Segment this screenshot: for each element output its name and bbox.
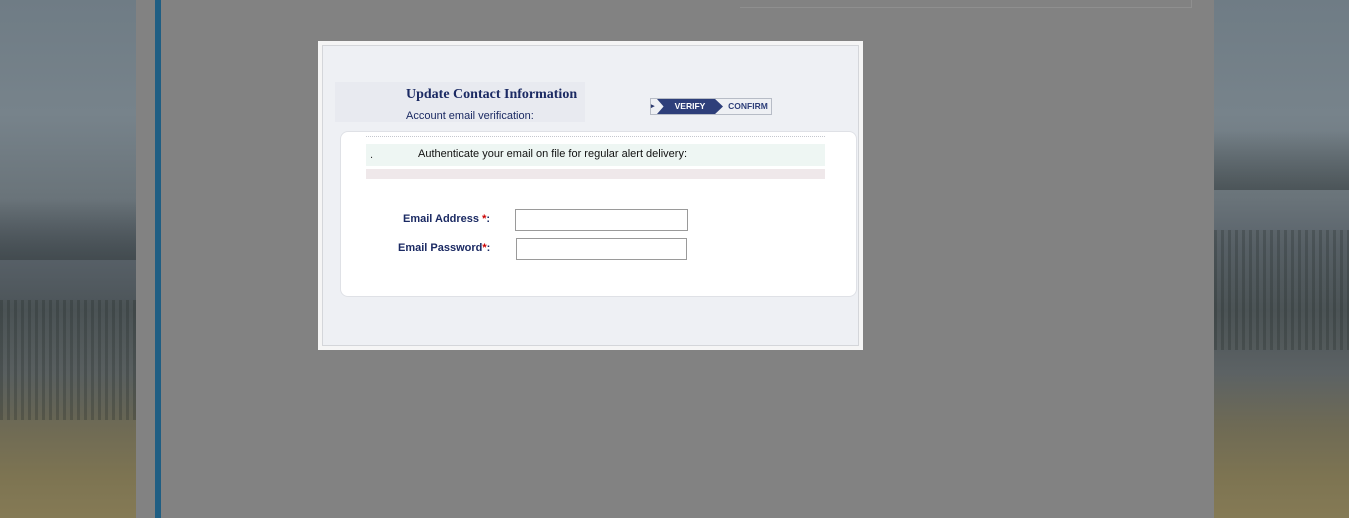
background-landscape-left [0, 0, 136, 518]
email-password-input[interactable] [516, 238, 687, 260]
page-accent-bar [155, 0, 161, 518]
divider [366, 136, 825, 137]
dialog-title: Update Contact Information [406, 87, 578, 102]
step-indicator: ▸ VERIFY CONFIRM [650, 98, 772, 115]
email-password-label-text: Email Password [398, 242, 483, 254]
message-separator-bar [366, 169, 825, 179]
email-address-label-text: Email Address [403, 213, 483, 225]
step-confirm: CONFIRM [728, 101, 768, 111]
label-colon: : [486, 242, 491, 254]
update-contact-dialog: Update Contact Information Account email… [318, 41, 863, 350]
email-address-input[interactable] [515, 209, 688, 231]
info-message-text: Authenticate your email on file for regu… [418, 148, 688, 160]
label-colon: : [486, 213, 491, 225]
email-address-label: Email Address *: [403, 213, 490, 225]
info-bullet: . [370, 149, 374, 161]
forest-texture [1214, 230, 1349, 350]
forest-texture [0, 300, 136, 420]
page-top-frame [740, 0, 1192, 8]
background-landscape-right [1214, 0, 1349, 518]
step-verify: VERIFY [657, 99, 723, 114]
dialog-subtitle: Account email verification: [406, 110, 534, 122]
mountain-ridge [1214, 130, 1349, 190]
form-card: . Authenticate your email on file for re… [340, 131, 857, 297]
email-password-label: Email Password*: [398, 242, 490, 254]
previous-step-arrow-icon: ▸ [651, 103, 655, 110]
mountain-ridge [0, 200, 136, 260]
info-message: . Authenticate your email on file for re… [366, 144, 825, 166]
dialog-body: Update Contact Information Account email… [322, 45, 859, 346]
